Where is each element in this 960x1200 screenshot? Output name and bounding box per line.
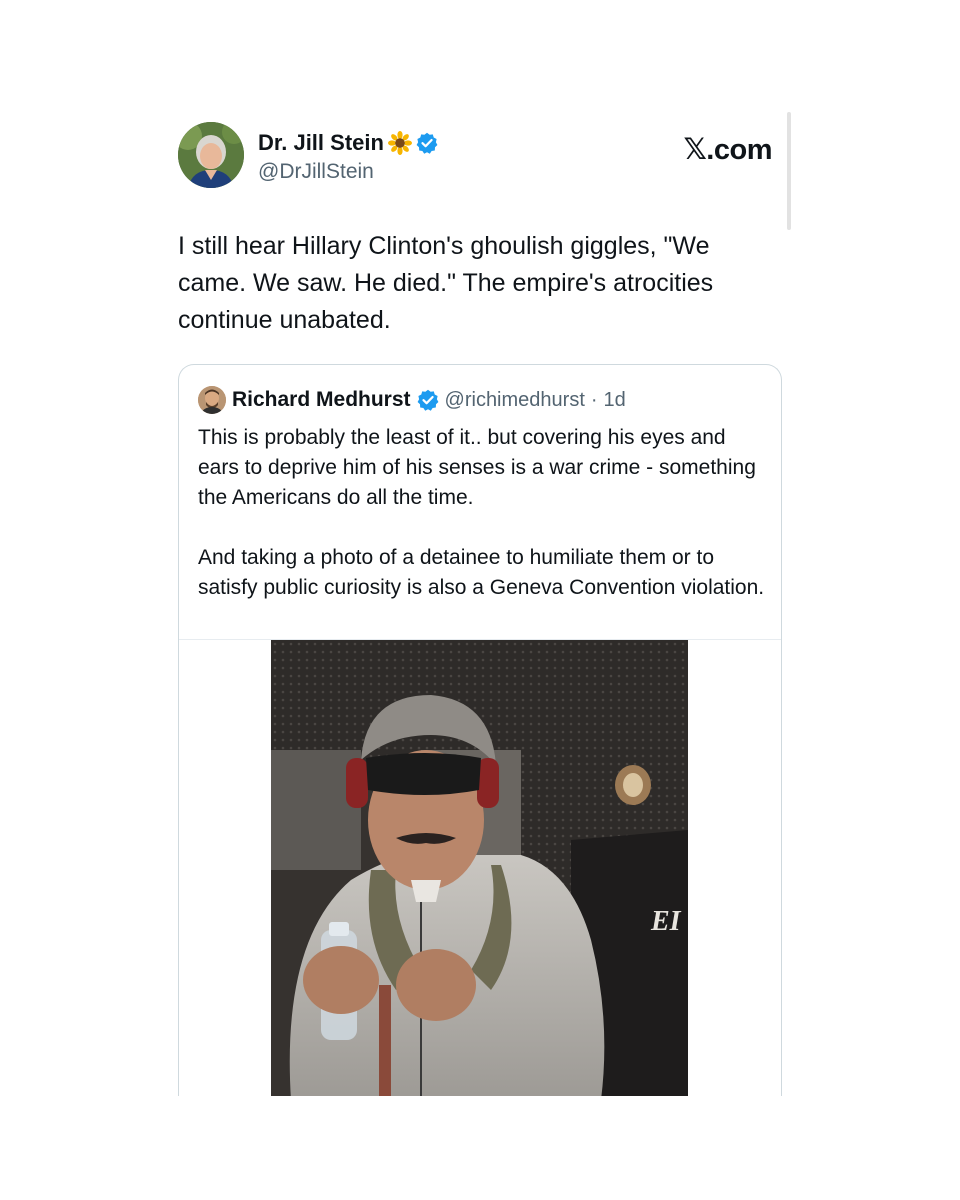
meta-separator: · [590, 388, 598, 411]
quoted-tweet-photo[interactable]: EI [271, 640, 688, 1100]
detainee-photo: EI [271, 640, 688, 1100]
tweet-header: Dr. Jill Stein @DrJillStein 𝕏.com [178, 122, 782, 192]
quoted-author-handle[interactable]: @richimedhurst [445, 389, 585, 412]
tweet: Dr. Jill Stein @DrJillStein 𝕏.com I stil… [178, 122, 782, 334]
quoted-paragraph-2: And taking a photo of a detainee to humi… [198, 546, 765, 599]
verified-badge-icon [416, 132, 438, 154]
quoted-tweet[interactable]: Richard Medhurst @richimedhurst · 1d Thi… [178, 364, 782, 1125]
author-name[interactable]: Dr. Jill Stein [258, 130, 384, 156]
quoted-avatar-image [198, 386, 226, 414]
author-name-row[interactable]: Dr. Jill Stein [258, 130, 438, 156]
author-handle[interactable]: @DrJillStein [258, 160, 374, 184]
verified-badge-icon [417, 389, 438, 411]
page-bottom-margin [0, 1096, 960, 1200]
quoted-timestamp[interactable]: 1d [604, 389, 626, 412]
quoted-tweet-header: Richard Medhurst @richimedhurst · 1d [198, 384, 626, 416]
avatar-image [178, 122, 244, 188]
avatar[interactable] [178, 122, 244, 188]
quoted-tweet-text: This is probably the least of it.. but c… [198, 423, 770, 603]
svg-text:EI: EI [650, 906, 682, 937]
tweet-text: I still hear Hillary Clinton's ghoulish … [178, 232, 721, 334]
quoted-paragraph-1: This is probably the least of it.. but c… [198, 426, 762, 509]
x-logo-label: 𝕏.com [683, 134, 772, 166]
quoted-avatar[interactable] [198, 386, 226, 414]
scrollbar[interactable] [787, 112, 791, 230]
quoted-author-name[interactable]: Richard Medhurst [232, 388, 411, 412]
sunflower-icon [387, 131, 412, 155]
